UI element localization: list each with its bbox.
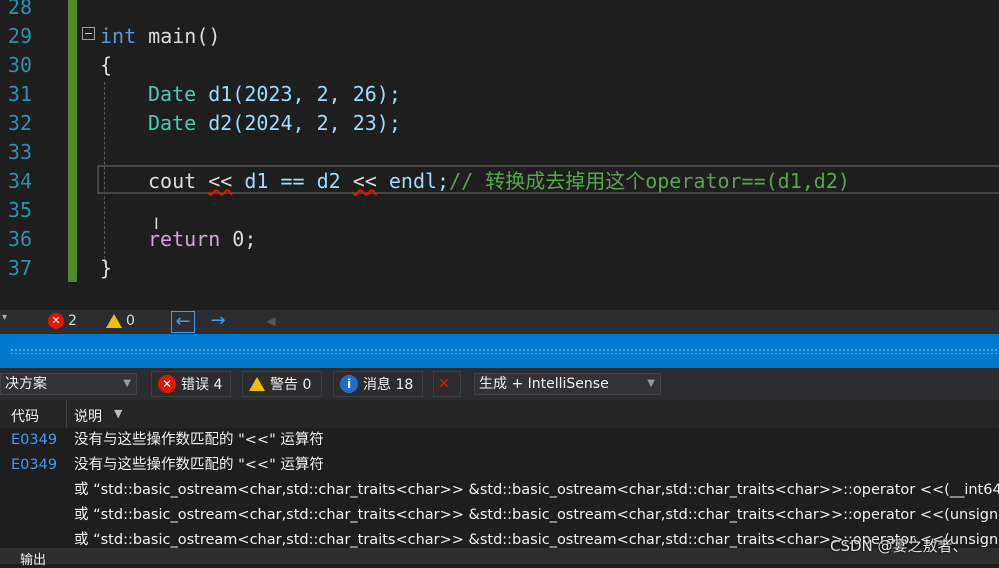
error-list-header: 代码 说明 ▼ [0,400,999,429]
code-line-34: cout << d1 == d2 << endl;// 转换成去掉用这个oper… [148,167,850,196]
column-code[interactable]: 代码 [11,406,39,426]
column-description[interactable]: 说明 [74,406,102,426]
error-description: 没有与这些操作数匹配的 "<<" 运算符 [74,432,324,448]
code-line-29: int main() [100,22,220,51]
line-number: 34 [7,169,32,193]
error-operator: << [208,169,233,193]
warnings-filter-button[interactable]: 警告 0 [242,371,322,397]
table-row[interactable]: E0349 没有与这些操作数匹配的 "<<" 运算符 [0,428,999,453]
clear-filter-icon[interactable]: ✕ [433,371,461,397]
scroll-left-icon[interactable]: ◀ [260,311,282,331]
tab-output[interactable]: 输出 [20,549,46,568]
source-label: 生成 + IntelliSense [479,376,609,392]
code-text: 0; [220,227,257,251]
error-description: 或 “std::basic_ostream<char,std::char_tra… [74,482,999,498]
error-count[interactable]: ✕ 2 [48,313,77,329]
error-count-value: 2 [68,313,77,329]
code-editor[interactable]: 28 29 30 31 32 33 34 35 36 37 int main()… [0,0,999,310]
code-text: d2(2024, 2, 23); [196,111,401,135]
change-tracking-bar [68,0,77,282]
type-name: Date [148,111,197,135]
scope-label: 决方案 [5,376,47,392]
text-cursor-icon: Ⅰ [154,214,159,233]
keyword: int [100,24,137,48]
line-number: 36 [7,227,32,251]
code-comment: // 转换成去掉用这个operator==(d1,d2) [449,169,850,193]
warning-count-value: 0 [126,313,135,329]
warning-icon [249,377,265,391]
zoom-dropdown-icon[interactable]: ▾ [2,312,7,323]
code-line-31: Date d1(2023, 2, 26); [148,80,401,109]
navigate-back-icon[interactable]: ← [171,311,195,333]
drag-handle[interactable] [10,348,999,354]
error-icon: ✕ [158,375,176,393]
type-name: Date [148,82,197,106]
code-line-32: Date d2(2024, 2, 23); [148,109,401,138]
warnings-filter-label: 警告 0 [270,377,312,393]
code-text: d1(2023, 2, 26); [196,82,401,106]
chevron-down-icon: ▼ [647,378,655,389]
line-number: 35 [7,198,32,222]
error-description: 或 “std::basic_ostream<char,std::char_tra… [74,507,999,523]
errors-filter-label: 错误 4 [181,377,223,393]
chevron-down-icon: ▼ [123,378,131,389]
line-number: 28 [7,0,32,19]
error-list-toolbar: 决方案 ▼ ✕ 错误 4 警告 0 i 消息 18 ✕ 生成 + Intelli… [0,368,999,400]
table-row[interactable]: 或 “std::basic_ostream<char,std::char_tra… [0,478,999,503]
line-number: 33 [7,140,32,164]
code-text: endl; [376,169,450,193]
messages-filter-label: 消息 18 [363,377,414,393]
scope-dropdown[interactable]: 决方案 ▼ [0,373,137,395]
code-text: d1 == d2 [232,169,353,193]
code-line-36: return 0; [148,225,256,254]
line-number: 31 [7,82,32,106]
error-list-title-bar[interactable] [0,334,999,368]
line-number: 29 [7,24,32,48]
info-icon: i [340,375,358,393]
error-icon: ✕ [48,313,64,329]
collapse-toggle-icon[interactable] [82,27,95,40]
code-line-37: } [100,256,113,280]
warning-icon [106,314,122,328]
error-code[interactable]: E0349 [11,453,57,478]
navigate-forward-icon[interactable]: → [207,311,229,331]
line-number: 32 [7,111,32,135]
messages-filter-button[interactable]: i 消息 18 [333,371,423,397]
column-divider [66,400,67,428]
source-dropdown[interactable]: 生成 + IntelliSense ▼ [474,373,661,395]
code-text: main() [136,24,221,48]
sort-icon[interactable]: ▼ [114,407,122,420]
error-operator: << [352,169,377,193]
error-description: 没有与这些操作数匹配的 "<<" 运算符 [74,457,324,473]
line-number: 30 [7,53,32,77]
table-row[interactable]: E0349 没有与这些操作数匹配的 "<<" 运算符 [0,453,999,478]
keyword: return [148,227,221,251]
code-line-30: { [100,53,113,77]
warning-count[interactable]: 0 [106,313,135,329]
line-number: 37 [7,256,32,280]
editor-status-bar: ▾ ✕ 2 0 ← → ◀ [0,310,999,334]
code-text: cout [148,169,209,193]
error-code[interactable]: E0349 [11,428,57,453]
errors-filter-button[interactable]: ✕ 错误 4 [151,371,231,397]
table-row[interactable]: 或 “std::basic_ostream<char,std::char_tra… [0,503,999,528]
watermark: CSDN @宴之敖者、 [830,537,968,555]
